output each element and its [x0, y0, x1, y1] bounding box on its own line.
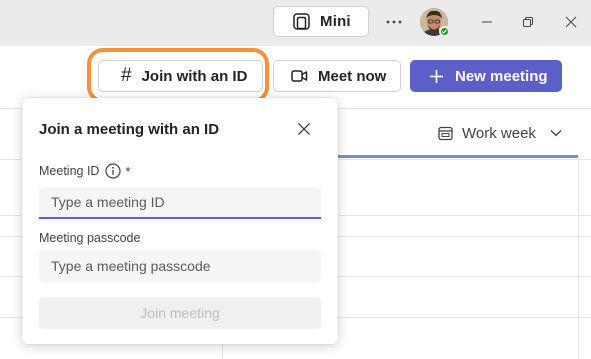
chevron-down-icon	[550, 129, 562, 137]
close-icon[interactable]	[294, 119, 314, 139]
meet-now-label: Meet now	[318, 67, 387, 85]
join-with-id-label: Join with an ID	[141, 67, 248, 85]
more-horizontal-icon[interactable]	[383, 12, 405, 32]
video-camera-icon	[291, 69, 308, 83]
new-meeting-label: New meeting	[455, 67, 548, 85]
meeting-id-label-row: Meeting ID *	[39, 162, 131, 180]
join-meeting-flyout: Join a meeting with an ID Meeting ID * M…	[22, 98, 338, 344]
mini-window-icon	[293, 13, 310, 30]
restore-icon[interactable]	[520, 14, 536, 30]
calendar-icon	[438, 126, 453, 141]
title-bar: Mini	[0, 0, 591, 46]
meet-now-button[interactable]: Meet now	[273, 60, 401, 92]
new-meeting-button[interactable]: New meeting	[410, 60, 562, 92]
flyout-title: Join a meeting with an ID	[39, 121, 220, 138]
hashtag-icon: #	[121, 65, 132, 86]
calendar-grid-line	[578, 159, 579, 359]
join-meeting-button[interactable]: Join meeting	[39, 297, 321, 329]
required-indicator: *	[125, 163, 131, 179]
join-with-id-button[interactable]: # Join with an ID	[98, 60, 263, 92]
calendar-view-dropdown[interactable]: Work week	[438, 123, 562, 143]
close-icon[interactable]	[563, 14, 579, 30]
calendar-header-accent	[336, 155, 578, 158]
avatar[interactable]	[420, 8, 450, 37]
plus-icon	[429, 69, 444, 84]
presence-available-icon	[439, 26, 450, 37]
mini-button[interactable]: Mini	[273, 6, 369, 37]
info-icon[interactable]	[105, 163, 122, 179]
meeting-passcode-input[interactable]	[39, 250, 321, 282]
meeting-id-label: Meeting ID	[39, 164, 100, 178]
minimize-icon[interactable]	[479, 14, 495, 30]
meeting-passcode-label: Meeting passcode	[39, 231, 141, 245]
mini-button-label: Mini	[320, 13, 351, 30]
meeting-id-input[interactable]	[39, 187, 321, 219]
calendar-view-label: Work week	[462, 124, 536, 142]
